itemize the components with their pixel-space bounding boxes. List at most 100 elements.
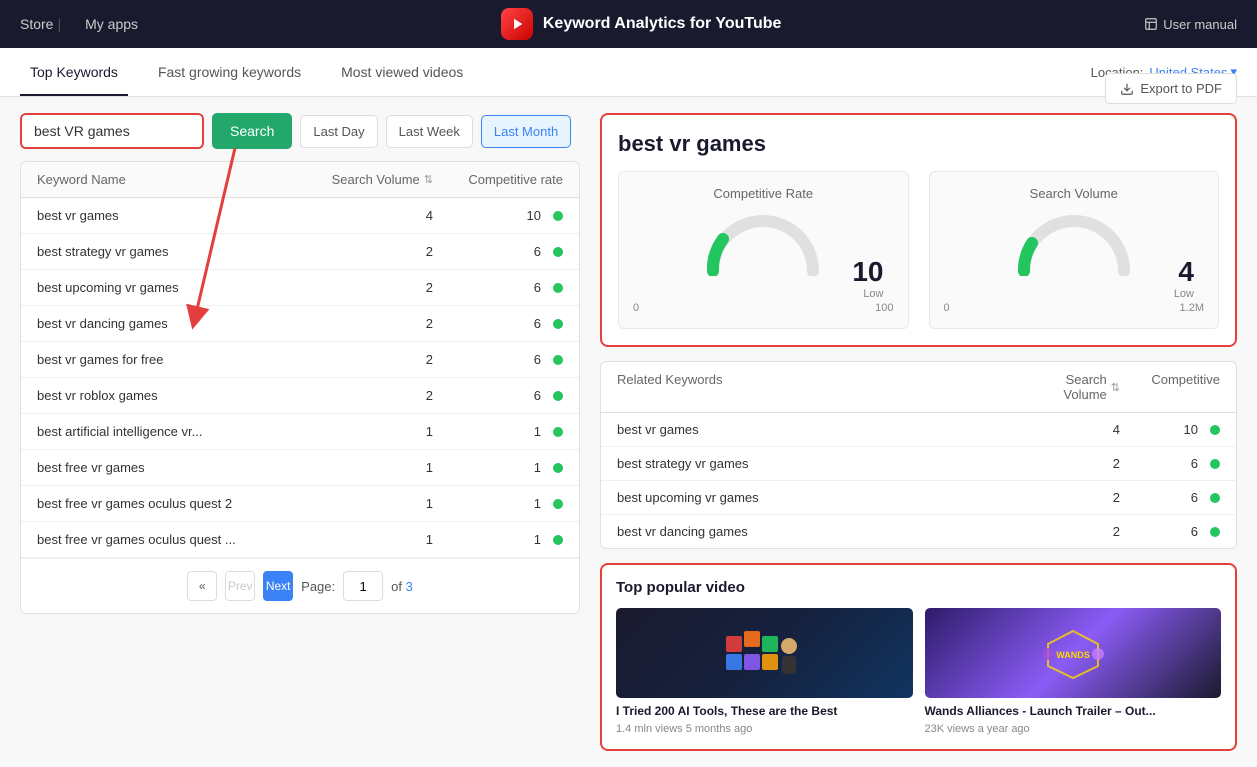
table-row[interactable]: best free vr games oculus quest 2 1 1 (21, 486, 579, 522)
svg-text:WANDS: WANDS (1056, 650, 1090, 660)
row-keyword: best vr dancing games (37, 316, 303, 331)
row-keyword: best free vr games oculus quest 2 (37, 496, 303, 511)
row-rate: 6 (433, 280, 563, 295)
search-volume-sublabel: Low (944, 288, 1195, 300)
related-row-rate: 10 (1120, 422, 1220, 437)
user-manual-link[interactable]: User manual (1144, 17, 1237, 32)
nav-myapps[interactable]: My apps (85, 16, 138, 32)
competitive-rate-label: Competitive Rate (633, 186, 894, 201)
row-rate: 6 (433, 244, 563, 259)
export-button[interactable]: Export to PDF (1105, 73, 1237, 104)
related-row[interactable]: best strategy vr games 2 6 (601, 447, 1236, 481)
prev-page-button[interactable]: Prev (225, 571, 255, 601)
table-row[interactable]: best free vr games 1 1 (21, 450, 579, 486)
table-row[interactable]: best vr roblox games 2 6 (21, 378, 579, 414)
row-rate: 6 (433, 316, 563, 331)
row-keyword: best upcoming vr games (37, 280, 303, 295)
export-icon (1120, 82, 1134, 96)
right-panel: Export to PDF best vr games Competitive … (600, 113, 1237, 751)
detail-keyword-title: best vr games (618, 131, 1219, 157)
header-keyword: Keyword Name (37, 172, 303, 187)
related-row-volume: 2 (1020, 524, 1120, 539)
table-row[interactable]: best vr dancing games 2 6 (21, 306, 579, 342)
rate-dot (553, 427, 563, 437)
popular-title: Top popular video (616, 579, 1221, 596)
related-rows: best vr games 4 10 best strategy vr game… (601, 413, 1236, 548)
next-page-button[interactable]: Next (263, 571, 293, 601)
rate-dot (553, 463, 563, 473)
first-page-button[interactable]: « (187, 571, 217, 601)
table-row[interactable]: best free vr games oculus quest ... 1 1 (21, 522, 579, 558)
video-thumb-2-graphic: WANDS (1028, 626, 1118, 681)
videos-row: I Tried 200 AI Tools, These are the Best… (616, 608, 1221, 735)
rate-dot (553, 319, 563, 329)
row-volume: 4 (303, 208, 433, 223)
competitive-rate-box: Competitive Rate 10 Low (618, 171, 909, 329)
table-row[interactable]: best strategy vr games 2 6 (21, 234, 579, 270)
content-area: Search Last Day Last Week Last Month (0, 97, 1257, 767)
row-keyword: best free vr games (37, 460, 303, 475)
search-input[interactable] (22, 115, 202, 147)
video-thumb-1-graphic (724, 626, 804, 681)
app-title: Keyword Analytics for YouTube (543, 15, 782, 33)
rate-dot (553, 355, 563, 365)
video-item-1[interactable]: I Tried 200 AI Tools, These are the Best… (616, 608, 913, 735)
row-rate: 10 (433, 208, 563, 223)
volume-sort-icon[interactable]: ⇅ (424, 173, 433, 186)
related-row[interactable]: best upcoming vr games 2 6 (601, 481, 1236, 515)
video-title-2: Wands Alliances - Launch Trailer – Out..… (925, 704, 1222, 720)
nav-store[interactable]: Store (20, 16, 53, 32)
tab-top-keywords[interactable]: Top Keywords (20, 48, 128, 96)
nav-separator: | (57, 16, 61, 32)
table-header: Keyword Name Search Volume ⇅ Competitive… (21, 162, 579, 198)
row-volume: 2 (303, 316, 433, 331)
tab-most-viewed[interactable]: Most viewed videos (331, 48, 473, 96)
rate-dot (553, 247, 563, 257)
search-volume-box: Search Volume 4 Low 0 1.2M (929, 171, 1220, 329)
total-pages[interactable]: 3 (406, 579, 413, 594)
related-row-rate: 6 (1120, 456, 1220, 471)
row-keyword: best artificial intelligence vr... (37, 424, 303, 439)
search-volume-range: 0 1.2M (944, 302, 1205, 314)
related-row[interactable]: best vr dancing games 2 6 (601, 515, 1236, 548)
related-header-rate: Competitive (1120, 372, 1220, 402)
period-last-day[interactable]: Last Day (300, 115, 377, 148)
competitive-rate-value: 10 (852, 256, 883, 288)
related-rate-dot (1210, 459, 1220, 469)
header-volume: Search Volume ⇅ (303, 172, 433, 187)
rate-dot (553, 391, 563, 401)
rate-dot (553, 211, 563, 221)
rate-dot (553, 535, 563, 545)
page-input[interactable] (343, 571, 383, 601)
row-rate: 1 (433, 460, 563, 475)
tab-fast-growing[interactable]: Fast growing keywords (148, 48, 311, 96)
related-row-volume: 2 (1020, 490, 1120, 505)
video-title-1: I Tried 200 AI Tools, These are the Best (616, 704, 913, 720)
row-rate: 1 (433, 424, 563, 439)
table-row[interactable]: best vr games for free 2 6 (21, 342, 579, 378)
competitive-rate-sublabel: Low (633, 288, 884, 300)
row-volume: 2 (303, 388, 433, 403)
period-last-week[interactable]: Last Week (386, 115, 473, 148)
row-keyword: best vr roblox games (37, 388, 303, 403)
period-last-month[interactable]: Last Month (481, 115, 571, 148)
manual-label: User manual (1163, 17, 1237, 32)
video-thumb-1-content (616, 608, 913, 698)
related-row-volume: 4 (1020, 422, 1120, 437)
table-row[interactable]: best upcoming vr games 2 6 (21, 270, 579, 306)
table-row[interactable]: best artificial intelligence vr... 1 1 (21, 414, 579, 450)
search-input-wrap (20, 113, 204, 149)
row-volume: 2 (303, 352, 433, 367)
tabs-bar: Top Keywords Fast growing keywords Most … (0, 48, 1257, 97)
related-sort-icon[interactable]: ⇅ (1111, 381, 1120, 394)
related-row[interactable]: best vr games 4 10 (601, 413, 1236, 447)
related-keywords-table: Related Keywords Search Volume ⇅ Competi… (600, 361, 1237, 549)
related-row-rate: 6 (1120, 524, 1220, 539)
video-item-2[interactable]: WANDS Wands Alliances - Launch Trailer –… (925, 608, 1222, 735)
related-row-rate: 6 (1120, 490, 1220, 505)
search-button[interactable]: Search (212, 113, 292, 149)
detail-section: Export to PDF best vr games Competitive … (600, 113, 1237, 347)
row-keyword: best vr games (37, 208, 303, 223)
row-rate: 1 (433, 496, 563, 511)
table-row[interactable]: best vr games 4 10 (21, 198, 579, 234)
